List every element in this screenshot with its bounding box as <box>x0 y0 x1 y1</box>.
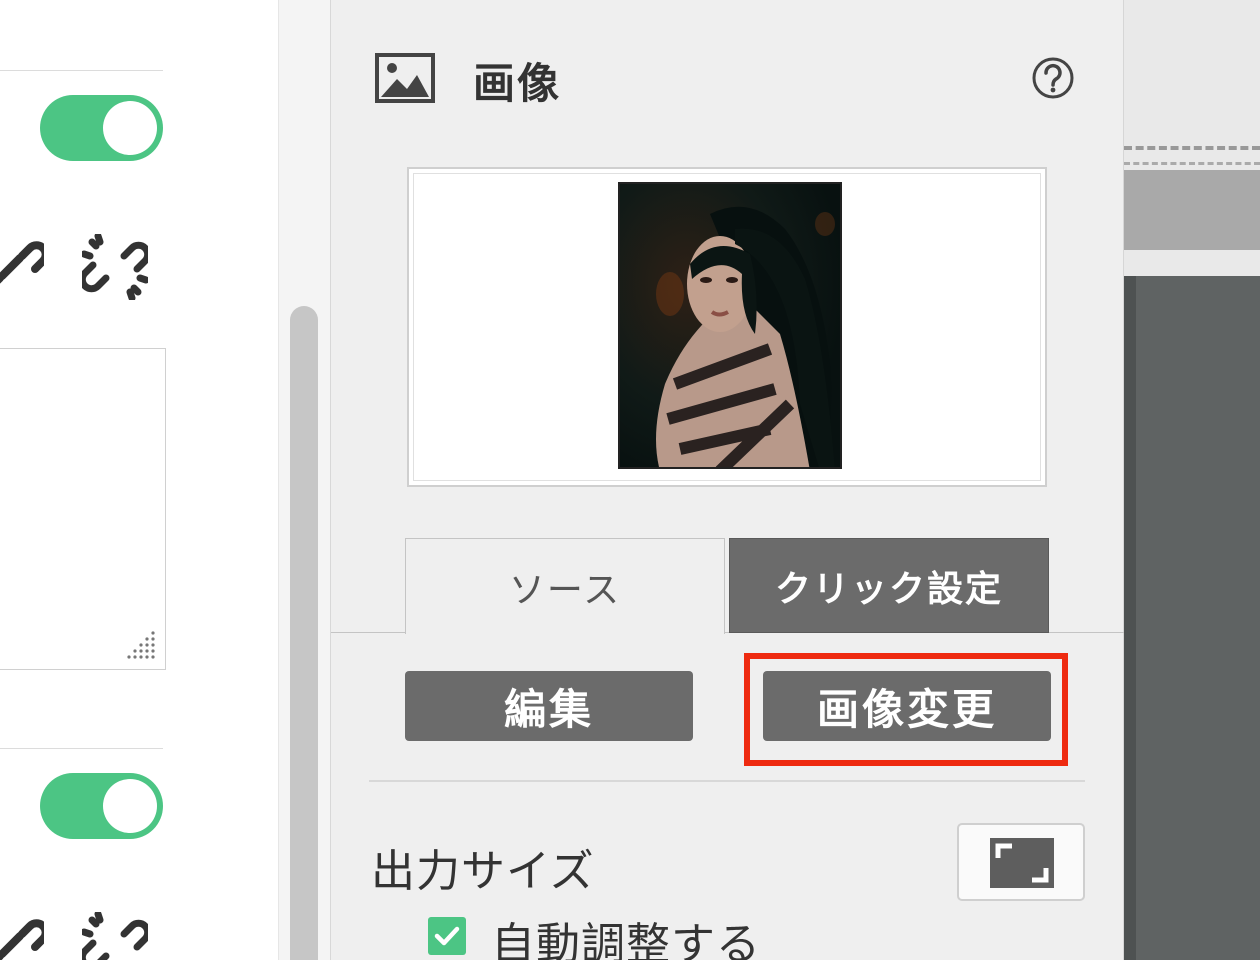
scrollbar[interactable] <box>278 0 330 960</box>
auto-adjust-checkbox[interactable] <box>428 917 466 955</box>
change-image-button[interactable]: 画像変更 <box>763 671 1051 741</box>
scrollbar-thumb[interactable] <box>290 306 318 960</box>
toggle-knob <box>103 779 157 833</box>
image-settings-panel: 画像 ソース クリック設定 編集 画像変更 出力サイズ 自動調整する <box>330 0 1125 960</box>
check-icon <box>434 926 460 946</box>
guide-line <box>1124 146 1260 150</box>
toggle-switch[interactable] <box>40 773 163 839</box>
toggle-switch[interactable] <box>40 95 163 161</box>
unlink-icon[interactable] <box>82 912 148 960</box>
canvas-area <box>1124 0 1260 960</box>
image-preview[interactable] <box>407 167 1047 487</box>
canvas-band <box>1124 170 1260 250</box>
edit-button[interactable]: 編集 <box>405 671 693 741</box>
link-icon[interactable] <box>0 912 44 960</box>
canvas-image-block[interactable] <box>1124 276 1260 960</box>
toggle-knob <box>103 101 157 155</box>
unlink-icon[interactable] <box>82 234 148 300</box>
panel-title: 画像 <box>473 59 562 108</box>
expand-icon <box>990 838 1054 888</box>
tab-source[interactable]: ソース <box>405 538 725 634</box>
resize-grip-icon[interactable] <box>125 629 157 661</box>
divider <box>369 780 1085 782</box>
preview-photo <box>618 182 842 469</box>
left-panel <box>0 0 278 960</box>
help-circle-icon[interactable] <box>1031 56 1075 100</box>
fullscreen-button[interactable] <box>957 823 1085 901</box>
output-size-label: 出力サイズ <box>371 846 595 897</box>
text-area[interactable] <box>0 348 166 670</box>
divider <box>0 748 163 749</box>
auto-adjust-label: 自動調整する <box>491 919 761 960</box>
image-icon <box>375 53 435 103</box>
divider <box>0 70 163 71</box>
link-icon[interactable] <box>0 234 44 300</box>
tab-click-settings[interactable]: クリック設定 <box>729 538 1049 633</box>
guide-line <box>1124 162 1260 165</box>
